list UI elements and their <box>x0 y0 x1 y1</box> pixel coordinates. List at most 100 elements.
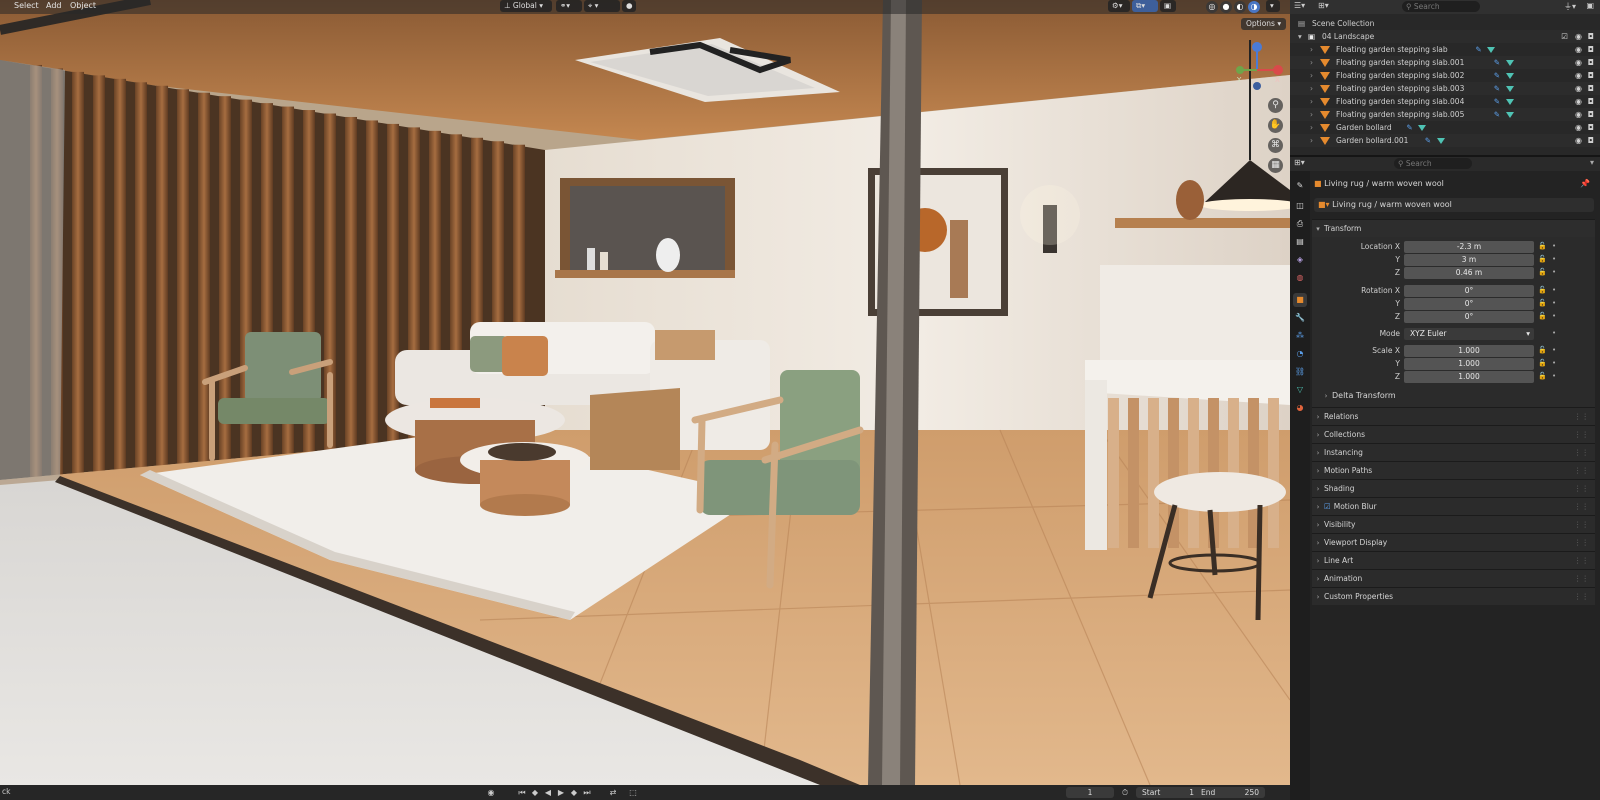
modifier-tab-icon[interactable]: 🔧 <box>1293 311 1307 325</box>
eye-icon[interactable]: ◉ <box>1575 69 1582 82</box>
options-dropdown[interactable]: Options ▾ <box>1241 18 1287 30</box>
eye-icon[interactable]: ◉ <box>1575 56 1582 69</box>
drag-handle-icon[interactable]: ⋮⋮ <box>1574 570 1589 587</box>
lock-icon[interactable]: 🔓 <box>1538 346 1547 354</box>
shading-options-dropdown[interactable]: ▾ <box>1266 0 1280 12</box>
panel-line-art[interactable]: › Line Art ⋮⋮ <box>1312 551 1595 569</box>
mesh-data-icon[interactable] <box>1418 121 1427 134</box>
snap-dropdown[interactable]: ⌖ ▾ <box>584 0 620 12</box>
checkbox-icon[interactable]: ☑ <box>1561 30 1568 43</box>
physics-tab-icon[interactable]: ◔ <box>1293 347 1307 361</box>
drag-handle-icon[interactable]: ⋮⋮ <box>1574 408 1589 425</box>
data-tab-icon[interactable]: ▽ <box>1293 383 1307 397</box>
panel-visibility[interactable]: › Visibility ⋮⋮ <box>1312 515 1595 533</box>
menu-select[interactable]: Select <box>14 1 39 10</box>
drag-handle-icon[interactable]: ⋮⋮ <box>1574 534 1589 551</box>
transform-panel-header[interactable]: ▾ Transform <box>1312 219 1595 237</box>
pan-button[interactable]: ✋ <box>1268 118 1283 133</box>
play-reverse-icon[interactable]: ◀ <box>543 787 553 798</box>
outliner-item[interactable]: › Garden bollard ✎ ◉ ◘ <box>1290 121 1600 134</box>
modifier-wrench-icon[interactable]: ✎ <box>1494 82 1500 95</box>
expand-chevron-icon[interactable]: › <box>1310 56 1313 69</box>
rotation-x-field[interactable]: 0° <box>1404 285 1534 297</box>
next-keyframe-icon[interactable]: ◆ <box>569 787 579 798</box>
particles-tab-icon[interactable]: ⁂ <box>1293 329 1307 343</box>
rotation-mode-dropdown[interactable]: XYZ Euler ▾ <box>1404 328 1534 340</box>
view-layer-tab-icon[interactable]: ▤ <box>1293 235 1307 249</box>
keyframe-dot-icon[interactable]: • <box>1552 372 1556 380</box>
drag-handle-icon[interactable]: ⋮⋮ <box>1574 426 1589 443</box>
jump-start-icon[interactable]: ⏮ <box>517 787 527 798</box>
keyframe-dot-icon[interactable]: • <box>1552 268 1556 276</box>
perspective-toggle-button[interactable]: ▦ <box>1268 158 1283 173</box>
collection-row[interactable]: ▾ ▣ 04 Landscape ☑ ◉ ◘ <box>1290 30 1600 43</box>
modifier-wrench-icon[interactable]: ✎ <box>1494 56 1500 69</box>
panel-relations[interactable]: › Relations ⋮⋮ <box>1312 407 1595 425</box>
camera-render-icon[interactable]: ◘ <box>1588 43 1594 56</box>
mesh-data-icon[interactable] <box>1505 56 1514 69</box>
outliner-item[interactable]: › Garden bollard.001 ✎ ◉ ◘ <box>1290 134 1600 147</box>
expand-chevron-icon[interactable]: › <box>1310 108 1313 121</box>
lock-icon[interactable]: 🔓 <box>1538 268 1547 276</box>
gizmo-toggle[interactable]: ⚙▾ <box>1108 0 1130 12</box>
display-mode-icon[interactable]: ⊞▾ <box>1318 1 1329 10</box>
mesh-data-icon[interactable] <box>1487 43 1496 56</box>
camera-render-icon[interactable]: ◘ <box>1588 95 1594 108</box>
keyframe-dot-icon[interactable]: • <box>1552 329 1556 337</box>
proportional-edit-button[interactable]: ● <box>622 0 636 12</box>
expand-chevron-icon[interactable]: › <box>1310 134 1313 147</box>
tool-tab-icon[interactable]: ✎ <box>1293 179 1307 193</box>
panel-instancing[interactable]: › Instancing ⋮⋮ <box>1312 443 1595 461</box>
lock-icon[interactable]: 🔓 <box>1538 359 1547 367</box>
mesh-data-icon[interactable] <box>1505 69 1514 82</box>
rendered-shading-button[interactable]: ◑ <box>1248 1 1260 13</box>
playback-icon[interactable]: ⇄ <box>608 787 618 798</box>
prev-keyframe-icon[interactable]: ◆ <box>530 787 540 798</box>
camera-render-icon[interactable]: ◘ <box>1588 134 1594 147</box>
wireframe-shading-button[interactable]: ◎ <box>1206 1 1218 13</box>
outliner-item[interactable]: › Floating garden stepping slab ✎ ◉ ◘ <box>1290 43 1600 56</box>
camera-view-button[interactable]: ⌘ <box>1268 138 1283 153</box>
eye-icon[interactable]: ◉ <box>1575 121 1582 134</box>
keyframe-dot-icon[interactable]: • <box>1552 312 1556 320</box>
object-name-field[interactable]: ■▾ Living rug / warm woven wool <box>1314 198 1594 212</box>
material-tab-icon[interactable]: ◕ <box>1293 401 1307 415</box>
3d-viewport[interactable]: Select Add Object ⊥ Global ▾ ⚭▾ ⌖ ▾ ● ⚙▾… <box>0 0 1290 785</box>
lock-icon[interactable]: 🔓 <box>1538 242 1547 250</box>
expand-chevron-icon[interactable]: › <box>1310 82 1313 95</box>
object-tab-icon[interactable]: ■ <box>1293 293 1307 307</box>
panel-motion-blur[interactable]: › ☑ Motion Blur ⋮⋮ <box>1312 497 1595 515</box>
outliner-item[interactable]: › Floating garden stepping slab.005 ✎ ◉ ◘ <box>1290 108 1600 121</box>
eye-icon[interactable]: ◉ <box>1575 30 1582 43</box>
panel-shading[interactable]: › Shading ⋮⋮ <box>1312 479 1595 497</box>
pin-icon[interactable]: 📌 <box>1580 177 1590 191</box>
menu-add[interactable]: Add <box>46 1 62 10</box>
outliner-item[interactable]: › Floating garden stepping slab.003 ✎ ◉ ◘ <box>1290 82 1600 95</box>
keying-icon[interactable]: ⬚ <box>628 787 638 798</box>
expand-chevron-icon[interactable]: › <box>1310 121 1313 134</box>
output-tab-icon[interactable]: ⎙ <box>1293 217 1307 231</box>
keyframe-dot-icon[interactable]: • <box>1552 299 1556 307</box>
modifier-wrench-icon[interactable]: ✎ <box>1406 121 1412 134</box>
camera-render-icon[interactable]: ◘ <box>1588 82 1594 95</box>
keyframe-dot-icon[interactable]: • <box>1552 286 1556 294</box>
start-frame-field[interactable]: Start 1 <box>1136 787 1200 798</box>
drag-handle-icon[interactable]: ⋮⋮ <box>1574 588 1589 605</box>
location-z-field[interactable]: 0.46 m <box>1404 267 1534 279</box>
panel-motion-paths[interactable]: › Motion Paths ⋮⋮ <box>1312 461 1595 479</box>
location-x-field[interactable]: -2.3 m <box>1404 241 1534 253</box>
jump-end-icon[interactable]: ⏭ <box>582 787 592 798</box>
mesh-data-icon[interactable] <box>1436 134 1445 147</box>
keyframe-dot-icon[interactable]: • <box>1552 359 1556 367</box>
scene-collection-row[interactable]: ▤ Scene Collection <box>1290 17 1600 30</box>
scale-x-field[interactable]: 1.000 <box>1404 345 1534 357</box>
location-y-field[interactable]: 3 m <box>1404 254 1534 266</box>
eye-icon[interactable]: ◉ <box>1575 82 1582 95</box>
expand-chevron-icon[interactable]: › <box>1310 95 1313 108</box>
eye-icon[interactable]: ◉ <box>1575 43 1582 56</box>
navigation-gizmo[interactable]: Y X <box>1227 40 1287 100</box>
rotation-y-field[interactable]: 0° <box>1404 298 1534 310</box>
scale-y-field[interactable]: 1.000 <box>1404 358 1534 370</box>
outliner-search-input[interactable]: ⚲ Search <box>1402 1 1480 12</box>
camera-render-icon[interactable]: ◘ <box>1588 69 1594 82</box>
